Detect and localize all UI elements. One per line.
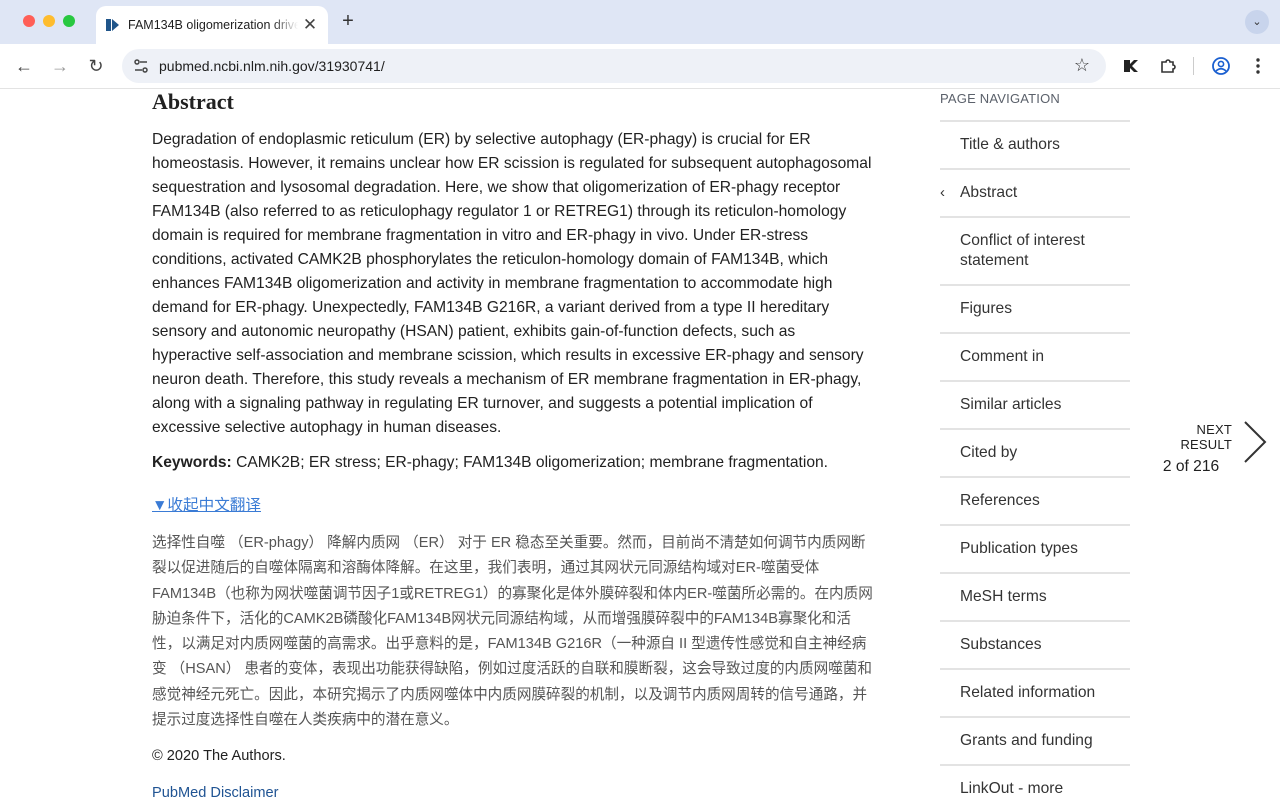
back-button[interactable]: ←: [10, 52, 38, 80]
chevron-left-icon: ‹: [940, 184, 945, 201]
keywords-label: Keywords:: [152, 454, 232, 471]
nav-item-references[interactable]: References: [940, 478, 1130, 526]
forward-button[interactable]: →: [46, 52, 74, 80]
nav-item-comment-in[interactable]: Comment in: [940, 334, 1130, 382]
copyright: © 2020 The Authors.: [152, 748, 286, 764]
extension-icon[interactable]: [1120, 55, 1142, 77]
tab-title: FAM134B oligomerization drives: [128, 18, 298, 32]
nav-item-publication-types[interactable]: Publication types: [940, 526, 1130, 574]
pubmed-page: Abstract Degradation of endoplasmic reti…: [0, 89, 1280, 800]
translation-toggle-link[interactable]: ▼收起中文翻译: [152, 493, 261, 515]
bookmark-star-icon[interactable]: ☆: [1072, 55, 1092, 75]
address-bar[interactable]: pubmed.ncbi.nlm.nih.gov/31930741/ ☆: [122, 49, 1106, 83]
url-text[interactable]: pubmed.ncbi.nlm.nih.gov/31930741/: [159, 58, 385, 74]
page-navigation-title: PAGE NAVIGATION: [940, 91, 1061, 106]
profile-avatar-icon[interactable]: [1210, 55, 1232, 77]
reload-button[interactable]: ↻: [82, 52, 110, 80]
nav-item-similar-articles[interactable]: Similar articles: [940, 382, 1130, 430]
toolbar-divider: [1193, 57, 1194, 75]
chinese-translation: 选择性自噬 （ER-phagy） 降解内质网 （ER） 对于 ER 稳态至关重要…: [152, 535, 873, 729]
tab-close-icon[interactable]: ✕: [300, 15, 320, 35]
pubmed-disclaimer-link[interactable]: PubMed Disclaimer: [152, 785, 279, 800]
tab-search-button[interactable]: ⌄: [1245, 10, 1269, 34]
nav-item-cited-by[interactable]: Cited by: [940, 430, 1130, 478]
keywords-list: CAMK2B; ER stress; ER-phagy; FAM134B oli…: [231, 454, 829, 471]
next-result-label: NEXT RESULT: [1180, 422, 1232, 452]
nav-item-abstract[interactable]: ‹ Abstract: [940, 170, 1130, 218]
nav-item-figures[interactable]: Figures: [940, 286, 1130, 334]
browser-tab-bar: FAM134B oligomerization drives ✕ + ⌄: [0, 0, 1280, 44]
next-result-count: 2 of 216: [1162, 458, 1220, 475]
nav-item-grants-funding[interactable]: Grants and funding: [940, 718, 1130, 766]
page-navigation-list: Title & authors ‹ Abstract Conflict of i…: [940, 120, 1130, 800]
browser-toolbar: ← → ↻ pubmed.ncbi.nlm.nih.gov/31930741/ …: [0, 44, 1280, 89]
pubmed-favicon-icon: [106, 19, 119, 31]
abstract-text: Degradation of endoplasmic reticulum (ER…: [152, 131, 872, 436]
nav-item-substances[interactable]: Substances: [940, 622, 1130, 670]
nav-item-linkout[interactable]: LinkOut - more: [940, 766, 1130, 800]
nav-item-conflict-of-interest[interactable]: Conflict of interest statement: [940, 218, 1130, 286]
nav-item-related-information[interactable]: Related information: [940, 670, 1130, 718]
next-result[interactable]: NEXT RESULT 2 of 216: [1142, 422, 1232, 476]
abstract-heading: Abstract: [152, 89, 234, 114]
new-tab-button[interactable]: +: [337, 10, 359, 32]
minimize-window-button[interactable]: [43, 15, 55, 27]
puzzle-extensions-icon[interactable]: [1157, 55, 1179, 77]
zoom-window-button[interactable]: [63, 15, 75, 27]
kebab-menu-icon[interactable]: [1247, 55, 1269, 77]
active-tab[interactable]: FAM134B oligomerization drives ✕: [96, 6, 328, 44]
nav-item-mesh-terms[interactable]: MeSH terms: [940, 574, 1130, 622]
keywords: Keywords: CAMK2B; ER stress; ER-phagy; F…: [152, 451, 872, 475]
nav-item-title-authors[interactable]: Title & authors: [940, 122, 1130, 170]
site-info-icon[interactable]: [133, 58, 149, 74]
chevron-right-icon[interactable]: [1240, 419, 1270, 465]
close-window-button[interactable]: [23, 15, 35, 27]
